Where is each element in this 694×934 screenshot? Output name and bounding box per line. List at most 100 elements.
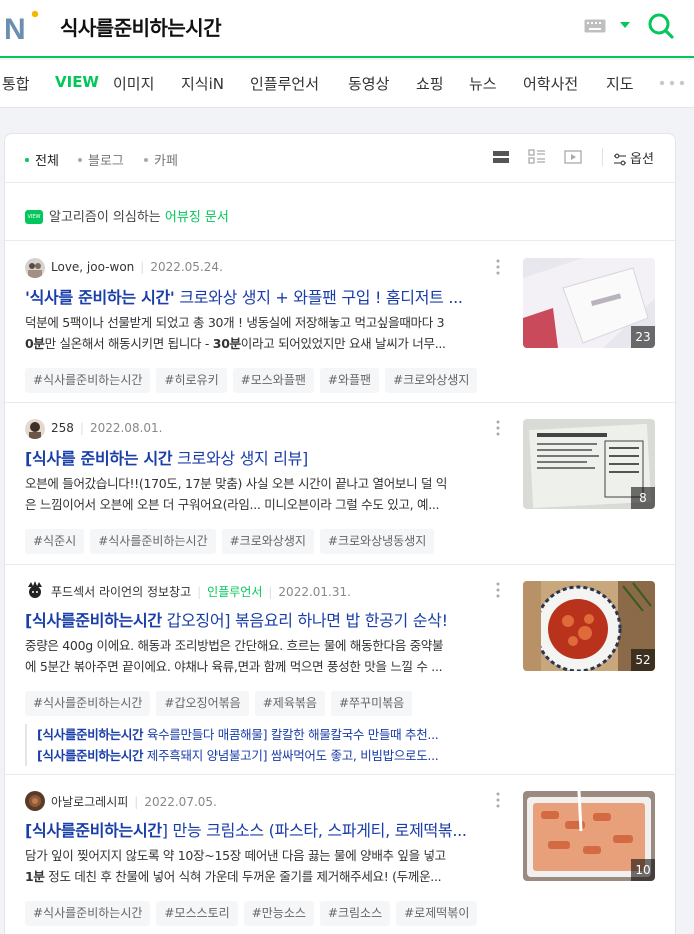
divider bbox=[602, 148, 603, 166]
divider bbox=[5, 402, 675, 403]
hashtag[interactable]: #크로와상생지 bbox=[221, 529, 314, 554]
hashtag[interactable]: #와플팬 bbox=[319, 368, 380, 393]
author-line: 258 | 2022.08.01. bbox=[51, 421, 163, 435]
result-thumbnail[interactable]: 23 bbox=[523, 258, 655, 348]
tab-images[interactable]: 이미지 bbox=[113, 73, 154, 94]
snippet-text: 만 실온해서 해동시키면 됩니다 - bbox=[44, 336, 213, 351]
options-button[interactable]: 옵션 bbox=[613, 148, 654, 167]
tab-knowledge-in[interactable]: 지식iN bbox=[181, 73, 224, 94]
image-count-badge: 10 bbox=[631, 859, 655, 881]
abusing-doc-link[interactable]: 어뷰징 문서 bbox=[165, 210, 229, 225]
tab-integrated[interactable]: 통합 bbox=[2, 73, 30, 94]
algorithm-notice: VIEW 알고리즘이 의심하는 어뷰징 문서 bbox=[25, 206, 229, 225]
snippet-line: 덕분에 5팩이나 선물받게 되었고 총 30개 ! 냉동실에 저장해놓고 먹고싶… bbox=[25, 315, 445, 330]
dot-icon bbox=[25, 157, 29, 162]
result-thumbnail[interactable]: 8 bbox=[523, 419, 655, 509]
author-name[interactable]: 258 bbox=[51, 421, 74, 435]
result-thumbnail[interactable]: 52 bbox=[523, 581, 655, 671]
result-snippet[interactable]: 중량은 400g 이에요. 해동과 조리방법은 간단해요. 흐르는 물에 해동한… bbox=[25, 635, 497, 677]
divider bbox=[5, 564, 675, 565]
hashtag[interactable]: #로제떡볶이 bbox=[396, 901, 478, 926]
more-options-icon[interactable] bbox=[492, 791, 504, 809]
card-view-icon[interactable] bbox=[491, 148, 511, 166]
hashtag[interactable]: #식준시 bbox=[25, 529, 85, 554]
image-count-badge: 23 bbox=[631, 326, 655, 348]
hashtag[interactable]: #식사를준비하는시간 bbox=[25, 368, 151, 393]
tab-influencer[interactable]: 인플루언서 bbox=[250, 73, 319, 94]
author-name[interactable]: 아날로그레시피 bbox=[51, 795, 128, 809]
result-title-link[interactable]: '식사를 준비하는 시간' 크로와상 생지 + 와플팬 구입 ! 홈디저트 ..… bbox=[25, 284, 497, 308]
avatar[interactable] bbox=[25, 581, 45, 601]
hashtag[interactable]: #히로유키 bbox=[156, 368, 227, 393]
hashtag[interactable]: #크로와상생지 bbox=[385, 368, 478, 393]
avatar[interactable] bbox=[25, 258, 45, 278]
hashtag[interactable]: #크로와상냉동생지 bbox=[319, 529, 435, 554]
title-text: 크로와상 생지 리뷰] bbox=[172, 449, 309, 468]
title-highlight: [식사를준비하는시간 bbox=[25, 611, 162, 630]
author-name[interactable]: 푸드섹서 라이언의 정보창고 bbox=[51, 585, 191, 599]
tab-shopping[interactable]: 쇼핑 bbox=[416, 73, 444, 94]
hashtag[interactable]: #만능소스 bbox=[243, 901, 314, 926]
chevron-down-icon[interactable] bbox=[618, 20, 632, 30]
hashtag[interactable]: #식사를준비하는시간 bbox=[90, 529, 216, 554]
hashtag[interactable]: #식사를준비하는시간 bbox=[25, 901, 151, 926]
avatar[interactable] bbox=[25, 419, 45, 439]
tab-map[interactable]: 지도 bbox=[606, 73, 634, 94]
result-snippet[interactable]: 덕분에 5팩이나 선물받게 되었고 총 30개 ! 냉동실에 저장해놓고 먹고싶… bbox=[25, 312, 497, 354]
more-options-icon[interactable] bbox=[492, 419, 504, 437]
result-snippet[interactable]: 담가 잎이 찢어지지 않도록 약 10장~15장 떼어낸 다음 끓는 물에 양배… bbox=[25, 845, 497, 887]
snippet-line: 0분만 실온해서 해동시키면 됩니다 - 30분이라고 되어있었지만 요새 날씨… bbox=[25, 333, 497, 354]
tag-list: #식준시 #식사를준비하는시간 #크로와상생지 #크로와상냉동생지 bbox=[25, 529, 440, 555]
title-highlight: [식사를 준비하는 시간 bbox=[25, 449, 173, 468]
naver-logo-icon[interactable]: N bbox=[4, 9, 40, 43]
author-name[interactable]: Love, joo-won bbox=[51, 260, 134, 274]
tab-video[interactable]: 동영상 bbox=[348, 73, 389, 94]
more-tabs-icon[interactable] bbox=[658, 73, 688, 93]
related-post-link[interactable]: [식사를준비하는시간 제주흑돼지 양념불고기] 쌈싸먹어도 좋고, 비빔밥으로도… bbox=[37, 745, 495, 766]
sliders-icon bbox=[614, 153, 626, 166]
result-snippet[interactable]: 오븐에 들어갔습니다!!(170도, 17분 맞춤) 사실 오븐 시간이 끝나고… bbox=[25, 473, 497, 515]
title-highlight: '식사를 준비하는 시간' bbox=[25, 288, 175, 307]
hashtag[interactable]: #쭈꾸미볶음 bbox=[330, 691, 413, 716]
filter-all-label: 전체 bbox=[35, 154, 59, 169]
list-view-icon[interactable] bbox=[527, 148, 547, 166]
tag-list: #식사를준비하는시간 #갑오징어볶음 #제육볶음 #쭈꾸미볶음 bbox=[25, 691, 418, 717]
hashtag[interactable]: #식사를준비하는시간 bbox=[25, 691, 151, 716]
related-text: 육수를만들다 매콤해물] 칼칼한 해물칼국수 만들때 추천... bbox=[143, 727, 439, 742]
result-title-link[interactable]: [식사를준비하는시간] 만능 크림소스 (파스타, 스파게티, 로제떡볶... bbox=[25, 817, 497, 841]
keyboard-icon[interactable] bbox=[584, 19, 606, 33]
author-line: Love, joo-won | 2022.05.24. bbox=[51, 260, 223, 274]
hashtag[interactable]: #크림소스 bbox=[319, 901, 391, 926]
hashtag[interactable]: #모스스토리 bbox=[156, 901, 238, 926]
divider bbox=[5, 774, 675, 775]
tab-dictionary[interactable]: 어학사전 bbox=[523, 73, 578, 94]
filter-blog[interactable]: 블로그 bbox=[78, 150, 124, 169]
related-post-link[interactable]: [식사를준비하는시간 육수를만들다 매콤해물] 칼칼한 해물칼국수 만들때 추천… bbox=[37, 724, 495, 745]
tag-list: #식사를준비하는시간 #히로유키 #모스와플팬 #와플팬 #크로와상생지 bbox=[25, 368, 483, 394]
snippet-line: 오븐에 들어갔습니다!!(170도, 17분 맞춤) 사실 오븐 시간이 끝나고… bbox=[25, 476, 448, 491]
influencer-badge[interactable]: 인플루언서 bbox=[207, 585, 262, 599]
filter-cafe[interactable]: 카페 bbox=[144, 150, 178, 169]
video-view-icon[interactable] bbox=[563, 148, 583, 166]
snippet-line: 1분 정도 데친 후 찬물에 넣어 식혀 가운데 두꺼운 줄기를 제거해주세요!… bbox=[25, 866, 497, 887]
filter-bar: 전체 블로그 카페 옵션 bbox=[5, 134, 675, 182]
avatar[interactable] bbox=[25, 791, 45, 811]
hashtag[interactable]: #갑오징어볶음 bbox=[156, 691, 249, 716]
result-thumbnail[interactable]: 10 bbox=[523, 791, 655, 881]
snippet-line: 에 5분간 볶아주면 끝이에요. 야채나 육류,면과 함께 먹으면 풍성한 맛을… bbox=[25, 659, 443, 674]
author-line: 아날로그레시피 | 2022.07.05. bbox=[51, 795, 217, 809]
more-options-icon[interactable] bbox=[492, 581, 504, 599]
tab-view[interactable]: VIEW bbox=[55, 73, 99, 91]
result-title-link[interactable]: [식사를준비하는시간 갑오징어] 볶음요리 하나면 밥 한공기 순삭! bbox=[25, 607, 497, 631]
image-count-badge: 52 bbox=[631, 649, 655, 671]
more-options-icon[interactable] bbox=[492, 258, 504, 276]
hashtag[interactable]: #모스와플팬 bbox=[232, 368, 314, 393]
tab-news[interactable]: 뉴스 bbox=[469, 73, 497, 94]
hashtag[interactable]: #제육볶음 bbox=[254, 691, 325, 716]
filter-all[interactable]: 전체 bbox=[25, 150, 59, 169]
search-query-input[interactable]: 식사를준비하는시간 bbox=[60, 12, 222, 41]
result-title-link[interactable]: [식사를 준비하는 시간 크로와상 생지 리뷰] bbox=[25, 445, 497, 469]
post-date: 2022.05.24. bbox=[150, 260, 223, 274]
snippet-line: 담가 잎이 찢어지지 않도록 약 10장~15장 떼어낸 다음 끓는 물에 양배… bbox=[25, 848, 446, 863]
search-icon[interactable] bbox=[646, 11, 676, 41]
